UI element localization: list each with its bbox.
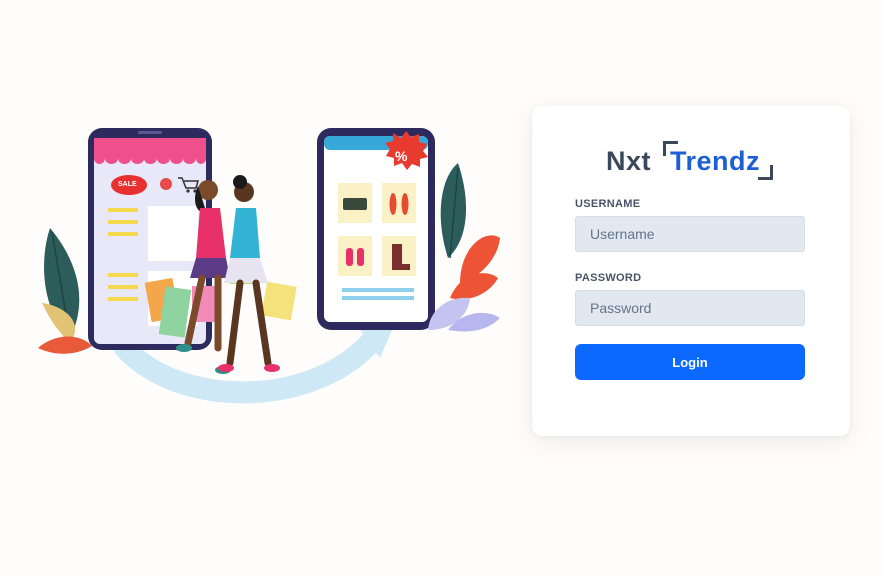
brand-suffix: Trendz: [670, 146, 761, 176]
password-input[interactable]: [575, 290, 805, 326]
password-label: PASSWORD: [575, 272, 642, 284]
handbag-icon: [343, 198, 367, 210]
brand-logo: Nxt Trendz: [606, 138, 786, 182]
login-button[interactable]: Login: [575, 344, 805, 380]
sale-badge: SALE: [118, 181, 137, 188]
discount-badge: %: [395, 148, 408, 164]
product-phone: [317, 128, 435, 330]
username-input[interactable]: [575, 216, 805, 252]
shopping-illustration: [38, 128, 500, 404]
login-card: Nxt Trendz USERNAME PASSWORD Login: [532, 106, 850, 436]
login-page: SALE % Nxt Trendz USERNAME PASSWORD Logi…: [0, 0, 884, 575]
leaf-icon: [38, 228, 92, 354]
bracket-icon: [758, 165, 773, 180]
username-label: USERNAME: [575, 198, 641, 210]
brand-prefix: Nxt: [606, 146, 652, 176]
arrow-icon: [114, 332, 381, 404]
flower-icon: [428, 163, 500, 332]
